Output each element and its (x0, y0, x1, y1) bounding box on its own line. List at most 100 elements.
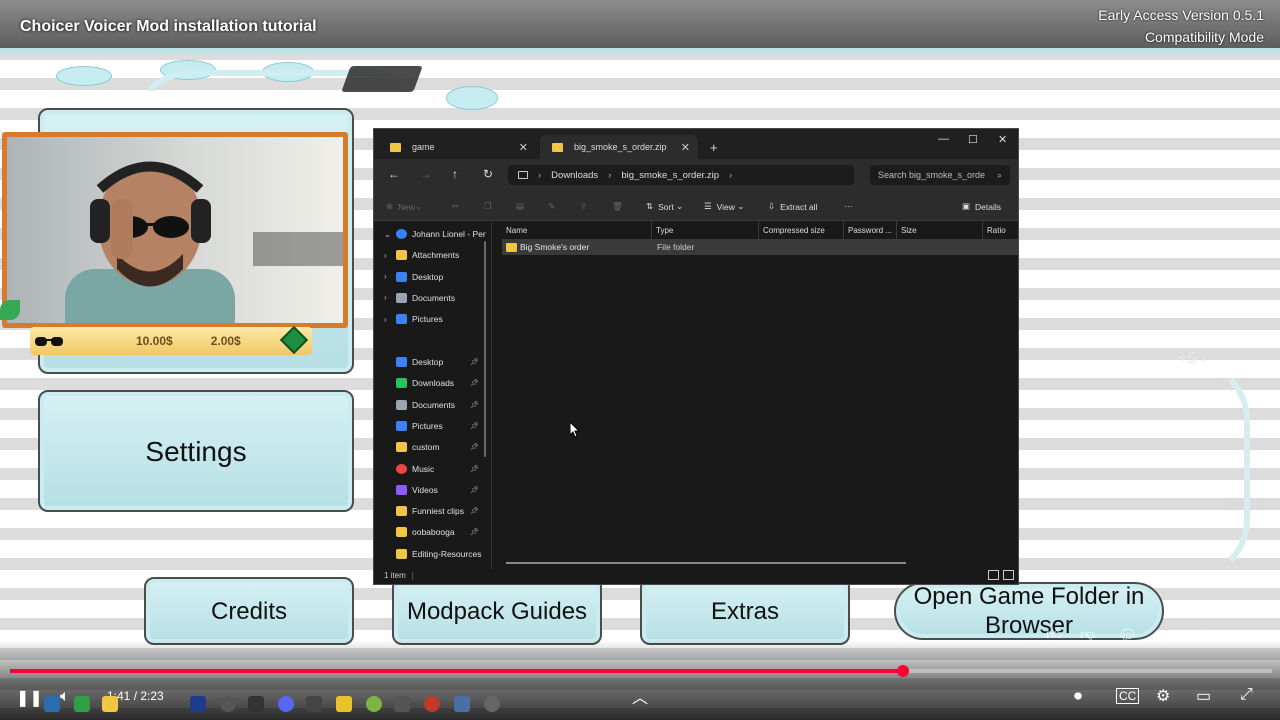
gear-icon[interactable]: ⚙ (1156, 686, 1170, 706)
copy-icon[interactable]: ❐ (484, 201, 492, 212)
sidebar-item[interactable]: Editing-Resources (374, 545, 491, 563)
rename-icon[interactable]: ✎ (548, 201, 555, 212)
column-header-compressed-size[interactable]: Compressed size (759, 221, 844, 239)
maximize-icon[interactable]: ☐ (968, 133, 978, 146)
progress-fill (10, 669, 904, 673)
new-button[interactable]: ⊕ New ⌄ (386, 201, 422, 212)
settings-button[interactable]: Settings (38, 390, 354, 512)
sidebar-item[interactable]: Pictures 📌︎ (374, 417, 491, 435)
chevron-icon[interactable]: › (384, 293, 396, 302)
column-header-type[interactable]: Type (652, 221, 759, 239)
steam-icon[interactable] (44, 696, 60, 712)
details-button[interactable]: ▣ Details (962, 201, 1001, 212)
paste-icon[interactable]: ▤ (516, 201, 524, 212)
sidebar-item[interactable]: › Documents (374, 289, 491, 307)
sidebar-item-label: Desktop (412, 357, 444, 367)
close-icon[interactable]: ✕ (519, 141, 528, 154)
credits-button-label: Credits (210, 597, 288, 625)
pin-icon: 📌︎ (470, 508, 479, 516)
cloud-decoration (56, 66, 112, 86)
search-input[interactable]: Search big_smoke_s_orde ⌕ (870, 165, 1010, 185)
delete-icon[interactable]: 🗑 (612, 201, 623, 212)
extras-button[interactable]: Extras (640, 577, 850, 645)
downloads-icon (396, 378, 407, 389)
github-icon[interactable] (484, 696, 500, 712)
breadcrumb-zip[interactable]: big_smoke_s_order.zip (621, 170, 719, 181)
hud-money-2: 2.00$ (210, 334, 241, 348)
more-icon[interactable]: ⋯ (1238, 626, 1253, 644)
column-header-password[interactable]: Password ... (844, 221, 897, 239)
sidebar-item[interactable]: › Attachments (374, 246, 491, 264)
browser-icon[interactable] (424, 696, 440, 712)
ball-icon[interactable] (366, 696, 382, 712)
sidebar-item[interactable]: › Desktop (374, 268, 491, 286)
sidebar-item[interactable]: Music 📌︎ (374, 460, 491, 478)
more-options-button[interactable]: ··· (844, 201, 853, 211)
settings-taskbar-icon[interactable] (454, 696, 470, 712)
close-icon[interactable]: ✕ (681, 141, 690, 154)
share-icon[interactable]: ⇪ (580, 201, 587, 212)
chevron-icon[interactable]: › (384, 272, 396, 281)
chevron-icon[interactable]: ⌄ (384, 230, 396, 239)
x-icon[interactable] (306, 696, 322, 712)
share-icon[interactable]: ➦ (1158, 626, 1171, 644)
column-header-name[interactable]: Name (502, 221, 652, 239)
tiles-view-icon[interactable] (1003, 570, 1014, 580)
new-tab-button[interactable]: + (704, 135, 724, 159)
back-arrow-icon[interactable]: ← (388, 167, 400, 181)
autoplay-toggle-icon[interactable]: ⏺ (1074, 688, 1082, 706)
app-icon[interactable] (190, 696, 206, 712)
forward-arrow-icon[interactable]: → (420, 167, 432, 181)
sidebar-item[interactable]: Downloads 📌︎ (374, 374, 491, 392)
fullscreen-icon[interactable]: ⤢ (1240, 686, 1253, 704)
horizontal-scrollbar[interactable] (506, 562, 906, 564)
sort-button[interactable]: ⇅ Sort ⌄ (646, 201, 683, 212)
discord-icon[interactable] (278, 696, 294, 712)
sidebar-item[interactable]: ⌄ Johann Lionel - Per (374, 225, 491, 243)
window-close-icon[interactable]: ✕ (998, 133, 1007, 146)
breadcrumb[interactable]: › Downloads › big_smoke_s_order.zip › (508, 165, 854, 185)
spotify-icon[interactable] (74, 696, 90, 712)
refresh-icon[interactable]: ↻ (483, 167, 493, 181)
sidebar-item[interactable]: Funniest clips 📌︎ (374, 502, 491, 520)
tab-zip[interactable]: big_smoke_s_order.zip ✕ (540, 135, 698, 159)
sidebar-item[interactable]: Videos 📌︎ (374, 481, 491, 499)
explorer-body: ⌄ Johann Lionel - Per › Attachments › Desktop… (374, 221, 1018, 584)
comment-icon[interactable]: 💬︎ (1118, 626, 1137, 644)
duck-icon[interactable] (336, 696, 352, 712)
dislike-icon[interactable]: 👎︎ (1080, 626, 1095, 644)
file-explorer-window[interactable]: game ✕ big_smoke_s_order.zip ✕ + — ☐ ✕ ←… (373, 128, 1019, 585)
column-header-ratio[interactable]: Ratio (983, 221, 1018, 239)
modpack-guides-button[interactable]: Modpack Guides (392, 577, 602, 645)
obs-icon[interactable] (220, 696, 236, 712)
nav-scrollbar[interactable] (484, 241, 486, 457)
minimize-icon[interactable]: — (938, 133, 949, 145)
column-header-size[interactable]: Size (897, 221, 983, 239)
file-explorer-taskbar-icon[interactable] (102, 696, 118, 712)
up-arrow-icon[interactable]: ↑ (452, 167, 458, 181)
tab-game[interactable]: game ✕ (378, 135, 536, 159)
sidebar-item[interactable]: oobabooga 📌︎ (374, 523, 491, 541)
chevron-icon[interactable]: › (384, 315, 396, 324)
extract-all-button[interactable]: ⇩ Extract all (768, 201, 817, 212)
captions-icon[interactable]: CC (1116, 688, 1140, 704)
sparkle-icon[interactable]: ✦ (1198, 626, 1211, 644)
sidebar-item[interactable]: Desktop 📌︎ (374, 353, 491, 371)
details-view-icon[interactable] (988, 570, 999, 580)
view-button[interactable]: ☰ View ⌄ (704, 201, 744, 212)
chevron-right-icon: › (608, 169, 612, 181)
game-controller-icon[interactable] (248, 696, 264, 712)
cut-icon[interactable]: ✂ (452, 201, 459, 212)
credits-button[interactable]: Credits (144, 577, 354, 645)
docs-icon (396, 399, 407, 410)
like-icon[interactable]: 👍︎ (1046, 626, 1062, 644)
sidebar-item[interactable]: custom 📌︎ (374, 438, 491, 456)
chevron-icon[interactable]: › (384, 251, 396, 260)
breadcrumb-downloads[interactable]: Downloads (551, 170, 598, 181)
sidebar-item[interactable]: › Pictures (374, 310, 491, 328)
table-row[interactable]: Big Smoke's order File folder (502, 239, 1018, 255)
file-type: File folder (657, 242, 695, 252)
sidebar-item[interactable]: Documents 📌︎ (374, 396, 491, 414)
tool-icon[interactable] (394, 696, 410, 712)
cast-icon[interactable]: ▭ (1196, 686, 1211, 706)
